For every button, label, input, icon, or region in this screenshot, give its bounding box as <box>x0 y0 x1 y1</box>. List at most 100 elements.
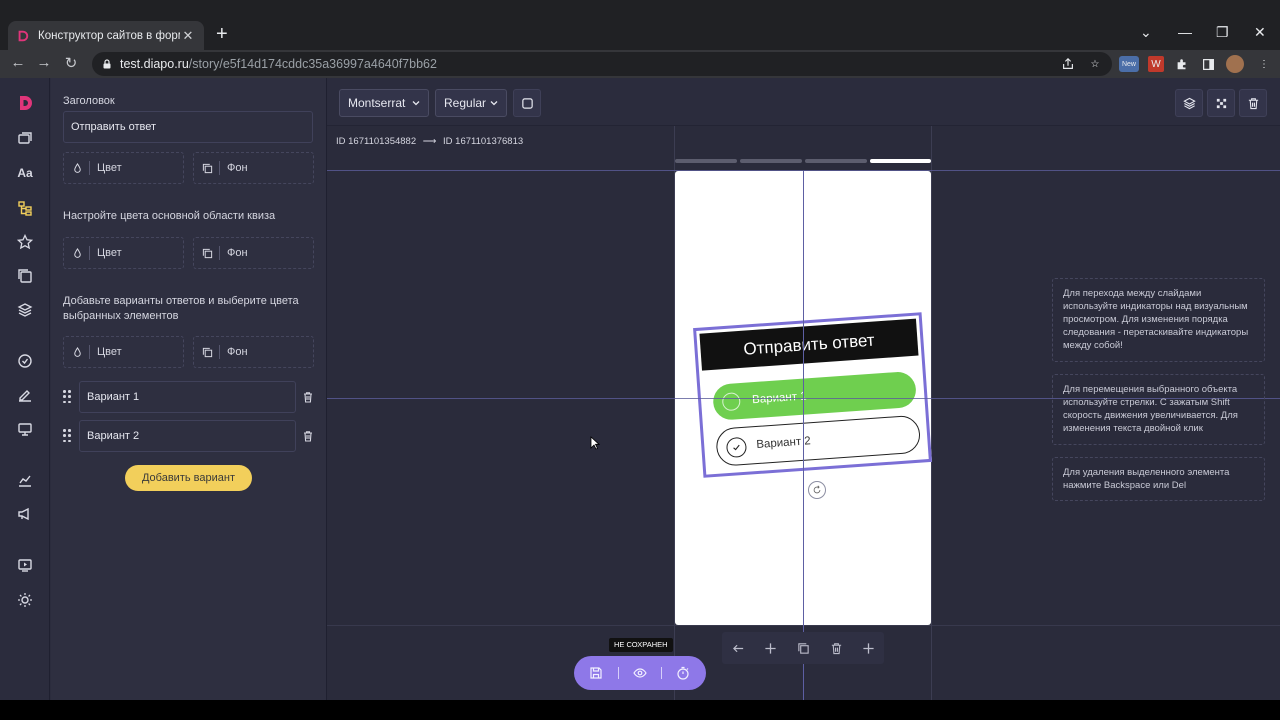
forward-icon[interactable]: → <box>34 54 54 71</box>
quiz-option-1[interactable]: Вариант 1 <box>712 370 918 421</box>
editor-canvas[interactable]: ID 1671101354882 ⟶ ID 1671101376813 Отпр… <box>327 126 1280 700</box>
chevron-down-icon <box>412 101 420 106</box>
video-icon[interactable] <box>15 555 35 575</box>
trash-icon[interactable] <box>302 430 314 442</box>
link-arrow-icon: ⟶ <box>422 136 437 147</box>
minimize-button[interactable]: — <box>1178 24 1192 40</box>
frame-toggle-button[interactable] <box>513 89 541 117</box>
heading-bg-button[interactable]: Фон <box>193 152 314 184</box>
slide-tools <box>722 632 884 664</box>
maximize-button[interactable]: ❐ <box>1216 24 1229 41</box>
screen-bottom-border <box>0 700 1280 720</box>
variant-input-1[interactable]: Вариант 1 <box>79 381 296 413</box>
delete-slide-icon[interactable] <box>828 640 844 656</box>
edit-icon[interactable] <box>15 385 35 405</box>
font-family-select[interactable]: Montserrat <box>339 89 429 117</box>
quiz-option-2[interactable]: Вариант 2 <box>715 414 922 467</box>
extension-w-icon[interactable]: W <box>1148 56 1164 72</box>
share-icon[interactable] <box>1060 56 1076 72</box>
chevron-down-icon <box>490 101 498 106</box>
check-icon <box>725 436 748 459</box>
profile-avatar[interactable] <box>1226 55 1244 73</box>
browser-tab[interactable]: Конструктор сайтов в формате ✕ <box>8 21 204 50</box>
trash-icon[interactable] <box>302 391 314 403</box>
color-label: Цвет <box>97 247 122 259</box>
delete-button[interactable] <box>1239 89 1267 117</box>
separator <box>661 667 662 679</box>
structure-icon[interactable] <box>15 198 35 218</box>
heading-input[interactable]: Отправить ответ <box>63 111 313 143</box>
variant-input-2[interactable]: Вариант 2 <box>79 420 296 452</box>
extension-new-badge: New <box>1121 60 1136 68</box>
theme-sun-icon[interactable] <box>15 590 35 610</box>
bg-label: Фон <box>227 162 248 174</box>
font-family-value: Montserrat <box>348 96 406 110</box>
diapo-logo-icon[interactable] <box>15 93 35 113</box>
extensions-puzzle-icon[interactable] <box>1174 56 1190 72</box>
quiz-card[interactable]: Отправить ответ Вариант 1 Вариант 2 <box>693 312 932 478</box>
hint-delete-element: Для удаления выделенного элемента нажмит… <box>1052 457 1265 501</box>
tab-close-icon[interactable]: ✕ <box>180 28 196 44</box>
omnibox[interactable]: test.diapo.ru/story/e5f14d174cddc35a3699… <box>92 52 1112 76</box>
separator <box>618 667 619 679</box>
timer-icon[interactable] <box>675 665 691 681</box>
back-icon[interactable]: ← <box>8 54 28 71</box>
new-tab-button[interactable]: + <box>216 24 228 44</box>
add-slide-before-icon[interactable] <box>762 640 778 656</box>
slide-indicator-3[interactable] <box>805 159 867 163</box>
duplicate-slide-icon[interactable] <box>795 640 811 656</box>
save-preview-bar <box>574 656 706 690</box>
layers-button[interactable] <box>1175 89 1203 117</box>
extension-w-label: W <box>1151 58 1161 70</box>
bookmark-star-icon[interactable]: ☆ <box>1087 56 1103 72</box>
preview-eye-icon[interactable] <box>632 665 648 681</box>
reload-icon[interactable]: ↻ <box>61 54 81 72</box>
prev-slide-icon[interactable] <box>730 640 746 656</box>
font-weight-select[interactable]: Regular <box>435 89 507 117</box>
drag-handle-icon[interactable] <box>63 390 73 404</box>
heading-color-button[interactable]: Цвет <box>63 152 184 184</box>
address-bar-row: ← → ↻ test.diapo.ru/story/e5f14d174cddc3… <box>0 50 1280 78</box>
diapo-favicon-icon <box>16 29 30 43</box>
icon-rail: Aa <box>0 78 50 700</box>
quiz-color-button[interactable]: Цвет <box>63 237 184 269</box>
extension-new-icon[interactable]: New <box>1119 56 1139 72</box>
add-slide-after-icon[interactable] <box>860 640 876 656</box>
copy-slides-icon[interactable] <box>15 266 35 286</box>
variant-color-button[interactable]: Цвет <box>63 336 184 368</box>
slide-indicator-1[interactable] <box>675 159 737 163</box>
quiz-card-selected[interactable]: Отправить ответ Вариант 1 Вариант 2 <box>693 312 932 478</box>
quiz-icon[interactable] <box>15 351 35 371</box>
target-slide-id: ID 1671101376813 <box>443 136 524 147</box>
tab-search-chevron-icon[interactable]: ⌄ <box>1140 24 1152 41</box>
trash-icon <box>1248 97 1258 109</box>
quiz-colors-hint: Настройте цвета основной области квиза <box>63 210 276 222</box>
slide-indicator-2[interactable] <box>740 159 802 163</box>
font-weight-value: Regular <box>444 96 487 110</box>
rotate-handle-icon[interactable] <box>808 481 826 499</box>
text-icon[interactable]: Aa <box>15 163 35 183</box>
add-variant-button[interactable]: Добавить вариант <box>125 465 252 491</box>
quiz-bg-button[interactable]: Фон <box>193 237 314 269</box>
megaphone-icon[interactable] <box>15 504 35 524</box>
slides-icon[interactable] <box>15 129 35 149</box>
variant-bg-button[interactable]: Фон <box>193 336 314 368</box>
star-icon[interactable] <box>15 232 35 252</box>
editor-app: Aa Заголовок Отправить ответ Цвет Фон На… <box>0 78 1280 700</box>
grid-button[interactable] <box>1207 89 1235 117</box>
mouse-cursor-icon <box>590 436 600 450</box>
slide-indicator-4-active[interactable] <box>870 159 931 163</box>
save-icon[interactable] <box>588 665 604 681</box>
drag-handle-icon[interactable] <box>63 429 73 443</box>
analytics-icon[interactable] <box>15 470 35 490</box>
browser-menu-icon[interactable]: ⋮ <box>1256 56 1272 72</box>
copy-icon <box>196 246 220 260</box>
quiz-card-title[interactable]: Отправить ответ <box>699 318 919 371</box>
color-label: Цвет <box>97 346 122 358</box>
grid-icon <box>1216 98 1226 108</box>
monitor-icon[interactable] <box>15 419 35 439</box>
layers-icon[interactable] <box>15 300 35 320</box>
close-window-button[interactable]: ✕ <box>1254 24 1266 41</box>
editor-toolbar: Montserrat Regular <box>327 78 1280 126</box>
side-panel-icon[interactable] <box>1200 56 1216 72</box>
